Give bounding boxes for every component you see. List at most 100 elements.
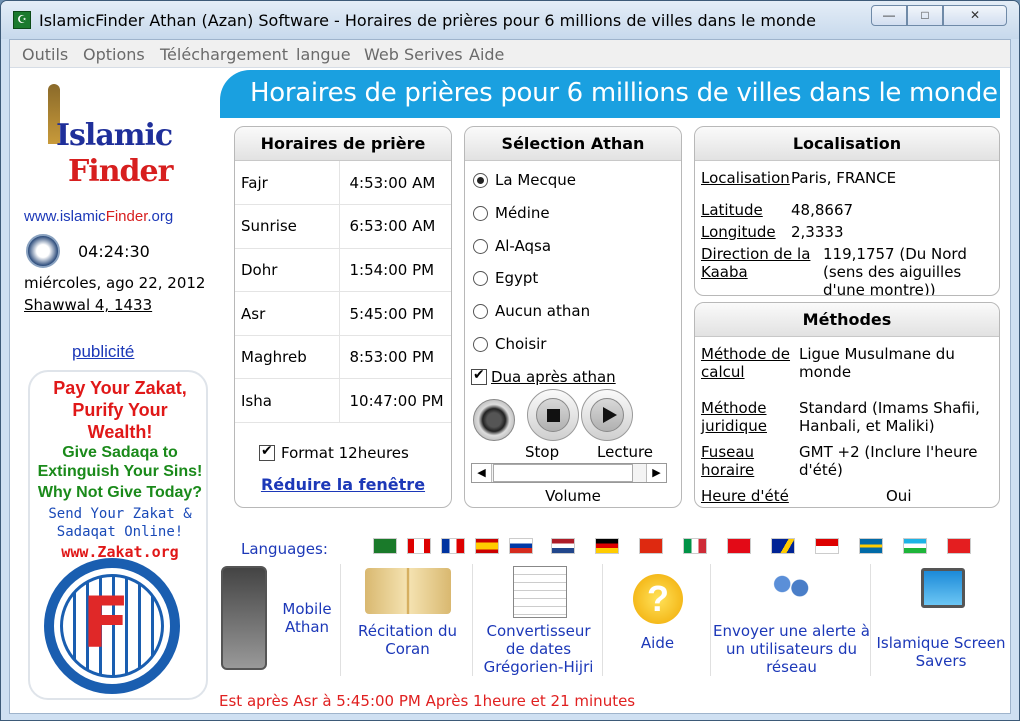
menu-bar: Outils Options Téléchargement langue Web… xyxy=(10,40,1010,68)
site-mid: Finder xyxy=(105,208,148,225)
send-alert-label: Envoyer une alerte à un utilisateurs du … xyxy=(713,622,870,676)
radio-button[interactable] xyxy=(473,337,488,352)
website-link[interactable]: www.islamicFinder.org xyxy=(24,208,173,225)
localisation-value: Paris, FRANCE xyxy=(791,169,897,187)
volume-left-arrow[interactable]: ◀ xyxy=(472,464,492,482)
islamicfinder-logo[interactable]: Islamic Finder xyxy=(30,82,190,202)
radio-button[interactable] xyxy=(473,206,488,221)
zakat-line: Wealth! xyxy=(87,422,153,442)
stop-button[interactable] xyxy=(527,389,579,441)
longitude-key[interactable]: Longitude xyxy=(701,223,801,241)
flag-france-icon[interactable] xyxy=(441,538,465,554)
zakat-line: Extinguish Your Sins! xyxy=(37,463,203,480)
radio-button[interactable] xyxy=(473,304,488,319)
radio-button[interactable] xyxy=(473,173,488,188)
latitude-key[interactable]: Latitude xyxy=(701,201,801,219)
maximize-button[interactable]: □ xyxy=(907,5,943,26)
athan-selection-panel: Sélection Athan La Mecque Médine Al-Aqsa… xyxy=(464,126,682,508)
menu-web-services[interactable]: Web Serives xyxy=(364,45,463,64)
flag-bosnia-icon[interactable] xyxy=(771,538,795,554)
date-converter-tool[interactable]: Convertisseur de dates Grégorien-Hijri xyxy=(475,564,603,676)
flag-netherlands-icon[interactable] xyxy=(551,538,575,554)
help-tool[interactable]: ? Aide xyxy=(605,564,711,676)
timezone-key[interactable]: Fuseau horaire xyxy=(701,443,791,479)
reduce-window-link[interactable]: Réduire la fenêtre xyxy=(235,475,451,494)
radio-button[interactable] xyxy=(473,239,488,254)
format-12h-label: Format 12heures xyxy=(281,443,409,462)
dst-key[interactable]: Heure d'été xyxy=(701,487,791,505)
menu-langue[interactable]: langue xyxy=(296,45,351,64)
athan-option-medina[interactable]: Médine xyxy=(473,204,550,222)
format-12h-checkbox[interactable] xyxy=(259,443,275,461)
longitude-value: 2,3333 xyxy=(791,223,844,241)
mobile-athan-tool[interactable]: Mobile Athan xyxy=(217,564,341,676)
athan-option-egypt[interactable]: Egypt xyxy=(473,269,538,287)
zakat-line: Sadaqat Online! xyxy=(56,524,184,540)
calc-method-key[interactable]: Méthode de calcul xyxy=(701,345,791,381)
table-row: Sunrise 6:53:00 AM xyxy=(235,204,451,249)
flag-uzbekistan-icon[interactable] xyxy=(903,538,927,554)
title-bar[interactable]: ☪ IslamicFinder Athan (Azan) Software - … xyxy=(1,1,1019,39)
athan-option-none[interactable]: Aucun athan xyxy=(473,302,590,320)
kaaba-direction-key[interactable]: Direction de la Kaaba xyxy=(701,245,811,281)
prayer-times-panel: Horaires de prière Fajr 4:53:00 AM Sunris… xyxy=(234,126,452,508)
location-panel: Localisation Localisation Paris, FRANCE … xyxy=(694,126,1000,296)
minimize-button[interactable]: — xyxy=(871,5,907,26)
flag-sweden-icon[interactable] xyxy=(859,538,883,554)
athan-option-label: Médine xyxy=(495,204,550,222)
flag-spain-icon[interactable] xyxy=(475,538,499,554)
volume-label: Volume xyxy=(545,487,601,505)
athan-option-label: Egypt xyxy=(495,269,539,287)
hijri-date[interactable]: Shawwal 4, 1433 xyxy=(24,296,152,314)
play-icon xyxy=(590,398,624,432)
athan-option-mecca[interactable]: La Mecque xyxy=(473,171,576,189)
speaker-icon[interactable] xyxy=(473,399,515,441)
prayer-time: 4:53:00 AM xyxy=(339,161,451,206)
quran-recitation-tool[interactable]: Récitation du Coran xyxy=(343,564,473,676)
close-button[interactable]: ✕ xyxy=(943,5,1007,26)
play-label: Lecture xyxy=(597,443,654,461)
menu-outils[interactable]: Outils xyxy=(22,45,68,64)
volume-right-arrow[interactable]: ▶ xyxy=(646,464,666,482)
zakat-line: Pay Your Zakat, xyxy=(53,378,187,398)
current-date: miércoles, ago 22, 2012 xyxy=(24,274,206,292)
localisation-key[interactable]: Localisation xyxy=(701,169,801,187)
play-button[interactable] xyxy=(581,389,633,441)
radio-button[interactable] xyxy=(473,271,488,286)
calendar-icon xyxy=(513,566,567,618)
flag-russia-icon[interactable] xyxy=(509,538,533,554)
menu-aide[interactable]: Aide xyxy=(469,45,504,64)
menu-options[interactable]: Options xyxy=(83,45,145,64)
flag-china-icon[interactable] xyxy=(639,538,663,554)
zakat-line: Give Sadaqa to xyxy=(62,444,178,461)
zakat-ad-banner[interactable]: Pay Your Zakat, Purify Your Wealth! Give… xyxy=(28,370,208,700)
format-12h-row[interactable]: Format 12heures xyxy=(253,443,409,462)
menu-telechargement[interactable]: Téléchargement xyxy=(160,45,288,64)
zakat-f-icon: F xyxy=(82,582,130,664)
help-label: Aide xyxy=(640,634,675,652)
volume-slider[interactable]: ◀ ▶ xyxy=(471,463,667,483)
mobile-phone-icon xyxy=(221,566,267,670)
flag-italy-icon[interactable] xyxy=(683,538,707,554)
table-row: Asr 5:45:00 PM xyxy=(235,291,451,336)
send-alert-tool[interactable]: Envoyer une alerte à un utilisateurs du … xyxy=(713,564,871,676)
athan-option-alaqsa[interactable]: Al-Aqsa xyxy=(473,237,551,255)
quran-recitation-label: Récitation du Coran xyxy=(358,622,457,658)
screensaver-tool[interactable]: Islamique Screen Savers xyxy=(873,564,1009,676)
jurisprudence-key[interactable]: Méthode juridique xyxy=(701,399,791,435)
app-icon: ☪ xyxy=(13,11,31,29)
athan-option-choose[interactable]: Choisir xyxy=(473,335,546,353)
volume-thumb[interactable] xyxy=(492,464,633,482)
flag-saudi-arabia-icon[interactable] xyxy=(373,538,397,554)
ad-link[interactable]: publicité xyxy=(72,342,134,362)
flag-albania-icon[interactable] xyxy=(947,538,971,554)
zakat-line: Purify Your xyxy=(72,400,168,420)
flag-indonesia-icon[interactable] xyxy=(815,538,839,554)
date-converter-label: Convertisseur de dates Grégorien-Hijri xyxy=(483,622,594,676)
dua-after-athan-row[interactable]: Dua après athan xyxy=(471,367,616,386)
dua-checkbox[interactable] xyxy=(471,367,487,385)
flag-canada-icon[interactable] xyxy=(407,538,431,554)
flag-germany-icon[interactable] xyxy=(595,538,619,554)
flag-turkey-icon[interactable] xyxy=(727,538,751,554)
methods-panel: Méthodes Méthode de calcul Ligue Musulma… xyxy=(694,302,1000,508)
